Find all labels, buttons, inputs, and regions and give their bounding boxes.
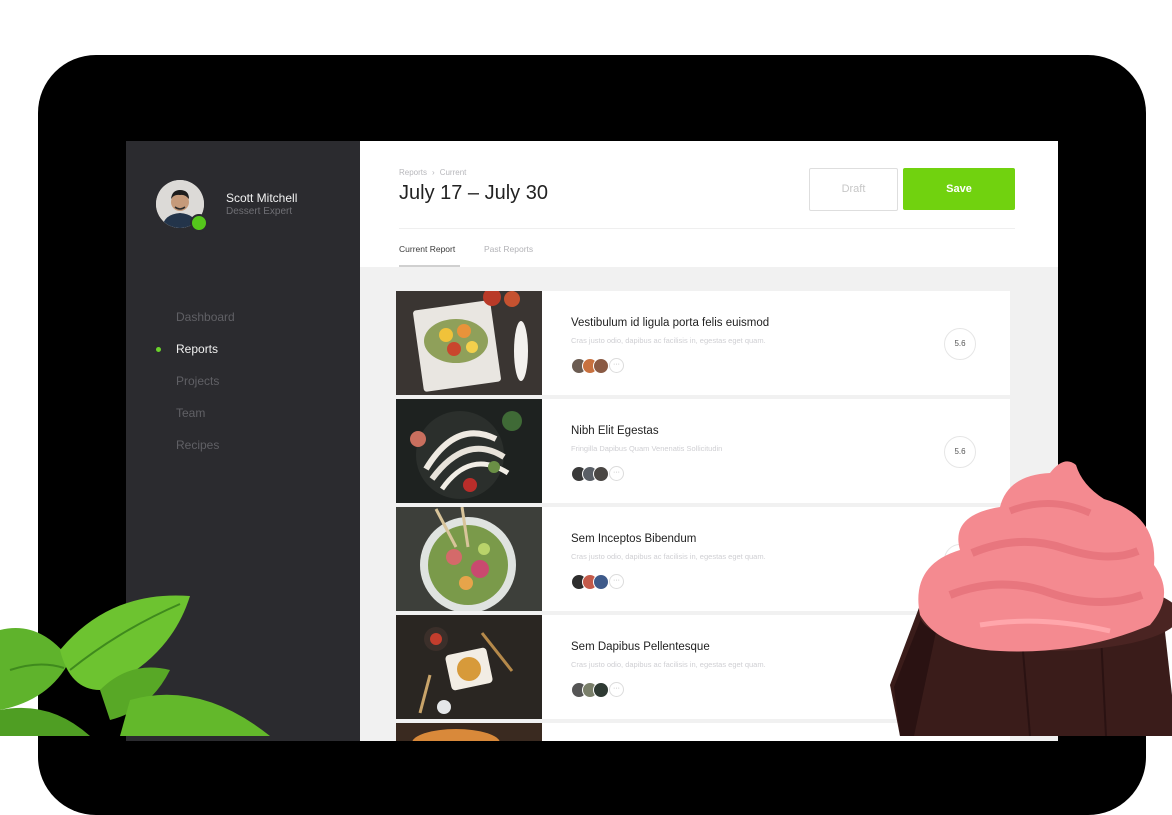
sidebar-item-reports[interactable]: Reports xyxy=(126,333,360,365)
more-collaborators-icon[interactable]: ··· xyxy=(609,358,624,373)
score-badge: 5.6 xyxy=(944,328,976,360)
sidebar-item-label: Projects xyxy=(176,374,220,388)
page-title: July 17 – July 30 xyxy=(399,182,548,204)
sidebar-item-label: Dashboard xyxy=(176,310,235,324)
report-subtitle: Cras justo odio, dapibus ac facilisis in… xyxy=(571,660,766,669)
sidebar-item-label: Reports xyxy=(176,342,219,356)
user-role: Dessert Expert xyxy=(226,206,293,217)
sidebar-item-recipes[interactable]: Recipes xyxy=(126,429,360,461)
report-thumbnail xyxy=(396,291,542,395)
cupcake-image xyxy=(880,455,1172,737)
sidebar-item-dashboard[interactable]: Dashboard xyxy=(126,301,360,333)
save-button[interactable]: Save xyxy=(903,168,1015,210)
report-thumbnail xyxy=(396,723,542,741)
breadcrumb-current: Current xyxy=(439,168,467,177)
report-subtitle: Fringilla Dapibus Quam Venenatis Sollici… xyxy=(571,444,723,453)
breadcrumb-link-reports[interactable]: Reports xyxy=(399,168,427,177)
draft-button[interactable]: Draft xyxy=(809,168,898,211)
sidebar-nav: Dashboard Reports Projects Team Recipes xyxy=(126,301,360,461)
avatar[interactable] xyxy=(593,574,609,590)
active-tab-indicator xyxy=(399,265,460,267)
online-status-icon xyxy=(190,214,208,232)
breadcrumb: Reports › Current xyxy=(399,168,466,177)
report-title: Sem Dapibus Pellentesque xyxy=(571,641,710,653)
tab-past-reports[interactable]: Past Reports xyxy=(484,244,533,254)
mint-leaves-image xyxy=(0,590,280,736)
report-thumbnail xyxy=(396,507,542,611)
sidebar-item-projects[interactable]: Projects xyxy=(126,365,360,397)
report-subtitle: Cras justo odio, dapibus ac facilisis in… xyxy=(571,336,766,345)
avatar[interactable] xyxy=(593,682,609,698)
tab-current-report[interactable]: Current Report xyxy=(399,244,455,254)
sidebar-item-label: Recipes xyxy=(176,438,220,452)
report-title: Vestibulum id ligula porta felis euismod xyxy=(571,317,770,329)
report-thumbnail xyxy=(396,399,542,503)
more-collaborators-icon[interactable]: ··· xyxy=(609,682,624,697)
report-title: Sem Inceptos Bibendum xyxy=(571,533,697,545)
report-title: Nibh Elit Egestas xyxy=(571,425,659,437)
breadcrumb-separator-icon: › xyxy=(432,168,435,177)
avatar[interactable] xyxy=(593,358,609,374)
divider xyxy=(399,228,1015,229)
sidebar-item-label: Team xyxy=(176,406,206,420)
active-indicator-icon xyxy=(156,347,161,352)
page-header: Reports › Current July 17 – July 30 Draft … xyxy=(360,141,1058,267)
sidebar-item-team[interactable]: Team xyxy=(126,397,360,429)
more-collaborators-icon[interactable]: ··· xyxy=(609,574,624,589)
report-thumbnail xyxy=(396,615,542,719)
user-name: Scott Mitchell xyxy=(226,191,298,205)
report-subtitle: Cras justo odio, dapibus ac facilisis in… xyxy=(571,552,766,561)
report-card[interactable]: Vestibulum id ligula porta felis euismod… xyxy=(396,291,1010,395)
avatar[interactable] xyxy=(593,466,609,482)
more-collaborators-icon[interactable]: ··· xyxy=(609,466,624,481)
